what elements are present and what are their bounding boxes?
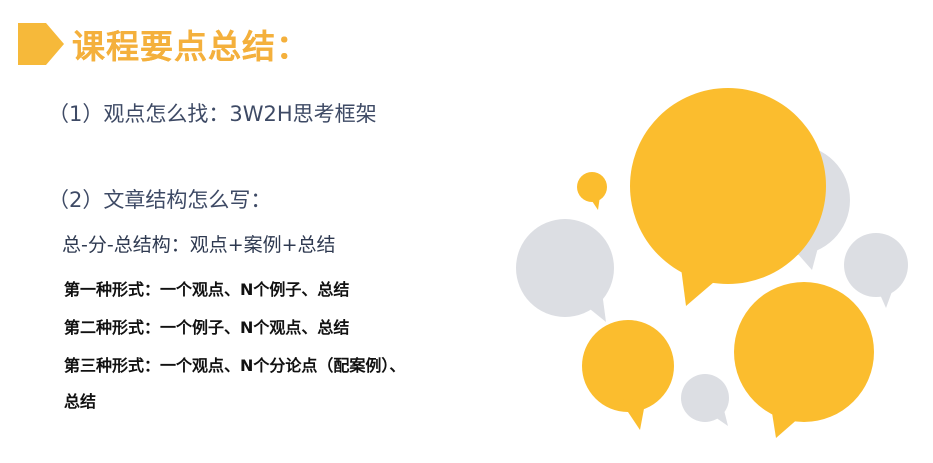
speech-bubble-icon: [582, 320, 674, 430]
form-1: 第一种形式：一个观点、N个例子、总结: [64, 280, 350, 299]
speech-bubble-icon: [844, 233, 908, 308]
speech-bubble-icon: [516, 219, 614, 322]
title-bar: 课程要点总结：: [18, 20, 310, 68]
structure-line: 总-分-总结构：观点+案例+总结: [62, 234, 336, 256]
form-2: 第二种形式：一个例子、N个观点、总结: [64, 318, 350, 337]
page-title: 课程要点总结：: [72, 27, 310, 66]
speech-bubble-icon: [577, 172, 607, 210]
form-3-cont: 总结: [64, 392, 97, 411]
speech-bubble-icon: [630, 88, 826, 306]
point-1: （1）观点怎么找：3W2H思考框架: [48, 102, 377, 126]
speech-bubbles-illustration: [516, 88, 908, 438]
speech-bubble-icon: [734, 282, 874, 438]
slide: 课程要点总结： （1）观点怎么找：3W2H思考框架 （2）文章结构怎么写： 总-…: [0, 0, 933, 463]
title-arrow-icon: [18, 23, 64, 65]
form-3: 第三种形式：一个观点、N个分论点（配案例）、: [64, 356, 406, 375]
point-2: （2）文章结构怎么写：: [48, 188, 272, 212]
speech-bubble-icon: [681, 374, 729, 426]
